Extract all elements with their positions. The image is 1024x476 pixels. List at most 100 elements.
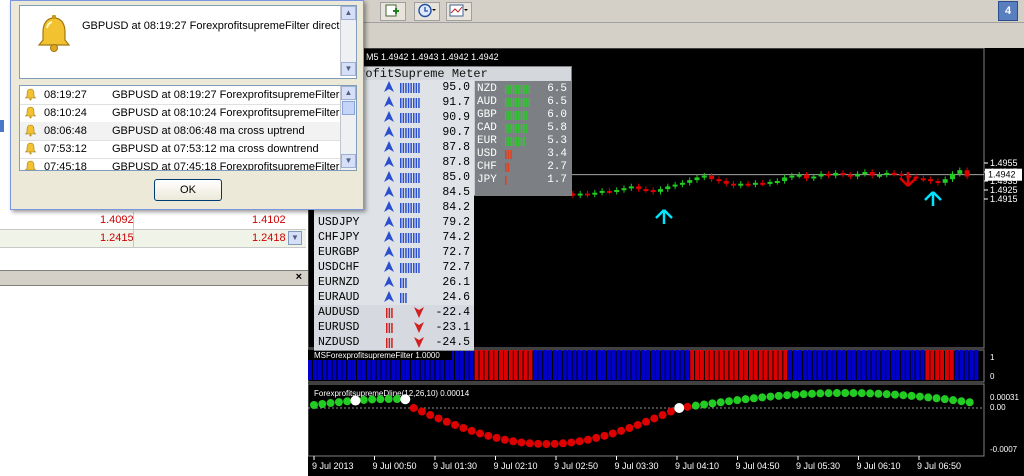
pair-strength-bars: [386, 308, 393, 318]
alert-history-row[interactable]: 08:06:48 GBPUSD at 08:06:48 ma cross uptr…: [20, 122, 340, 141]
uptrend-arrow-icon: [384, 81, 394, 92]
scrollbar-thumb[interactable]: [342, 101, 355, 115]
filter-bar: [636, 350, 641, 380]
alert-history-row[interactable]: 08:19:27 GBPUSD at 08:19:27 Forexprofitsu…: [20, 86, 340, 105]
pair-strength-value: 26.1: [442, 276, 470, 289]
candle-body: [672, 184, 678, 187]
pair-strength-row: CHFJPY 74.2: [314, 230, 474, 246]
ok-button[interactable]: OK: [154, 179, 222, 201]
alert-time: 07:53:12: [44, 143, 87, 155]
candle-body: [716, 179, 722, 182]
currency-strength-row: AUD 6.5: [475, 96, 571, 108]
dline-dot: [600, 431, 609, 440]
clock-icon: [418, 3, 436, 18]
filter-bar: [695, 350, 699, 380]
dline-dot: [409, 404, 418, 412]
uptrend-arrow-icon: [384, 291, 394, 302]
dline-dot: [725, 397, 733, 406]
new-chart-button[interactable]: [380, 2, 406, 21]
dline-dot: [592, 433, 601, 442]
dline-dot: [874, 389, 883, 398]
pair-strength-row: USDJPY 79.2: [314, 215, 474, 231]
scroll-down-icon[interactable]: ▼: [341, 62, 356, 76]
filter-bar: [945, 350, 949, 380]
uptrend-arrow-icon: [384, 111, 394, 122]
clock-period-button[interactable]: [414, 2, 440, 21]
alert-time: 07:45:18: [44, 161, 87, 171]
bell-icon: [24, 88, 37, 101]
pair-strength-value: 85.0: [442, 171, 470, 184]
scroll-up-icon[interactable]: ▲: [341, 6, 356, 20]
dline-dot: [832, 389, 841, 398]
currency-strength-value: 3.4: [547, 148, 567, 160]
dline-dot: [608, 429, 617, 438]
filter-bar: [528, 350, 533, 380]
pair-name: EURNZD: [318, 276, 360, 289]
uptrend-arrow-icon: [384, 141, 394, 152]
dline-dot: [393, 395, 401, 404]
pair-strength-bars: [400, 203, 420, 213]
pair-strength-row: USDCHF 72.7: [314, 260, 474, 276]
dline-dot: [741, 395, 750, 404]
alert-history-row[interactable]: 07:45:18 GBPUSD at 07:45:18 Forexprofitsu…: [20, 158, 340, 171]
pair-strength-value: 72.7: [442, 246, 470, 259]
dline-tick-label: 0.00031: [990, 393, 1019, 402]
dline-dot: [500, 435, 509, 444]
strength-bars: [505, 111, 528, 120]
pair-name: USDJPY: [318, 216, 360, 229]
filter-bar: [763, 350, 768, 380]
candle-body: [818, 173, 824, 177]
filter-bar: [969, 350, 974, 380]
close-icon[interactable]: ×: [296, 271, 302, 283]
dline-dot: [417, 407, 426, 416]
dline-dot: [642, 417, 650, 426]
market-watch-row[interactable]: 1.4092 1.4102: [0, 212, 306, 230]
pair-name: AUDUSD: [318, 306, 360, 319]
dline-dot: [940, 395, 949, 404]
filter-bar: [954, 350, 959, 380]
filter-bar: [837, 350, 842, 380]
dline-dot: [534, 439, 543, 448]
new-chart-icon: [385, 4, 399, 17]
filter-bar: [592, 350, 597, 380]
bell-icon: [25, 160, 36, 170]
scroll-up-icon[interactable]: ▲: [341, 86, 356, 100]
dline-dot: [575, 437, 584, 446]
dline-dot: [492, 433, 501, 442]
candle-body: [585, 193, 590, 196]
chevron-down-icon[interactable]: ▼: [288, 231, 302, 245]
bell-icon: [24, 142, 37, 155]
candle-body: [606, 190, 612, 193]
time-axis-label: 9 Jul 02:10: [494, 461, 538, 471]
candle-body: [665, 186, 671, 190]
filter-bar: [479, 350, 484, 380]
templates-button[interactable]: [446, 2, 472, 21]
strength-bars: [505, 150, 512, 159]
filter-bar: [871, 350, 876, 380]
filter-bar: [577, 350, 582, 380]
pair-strength-value: 79.2: [442, 216, 470, 229]
pair-name: EURGBP: [318, 246, 360, 259]
filter-bar: [807, 350, 812, 380]
scroll-down-icon[interactable]: ▼: [341, 154, 356, 168]
message-scrollbar[interactable]: ▲ ▼: [340, 6, 356, 76]
dline-dot: [310, 401, 318, 409]
alert-history-row[interactable]: 08:10:24 GBPUSD at 08:10:24 Forexprofitsu…: [20, 104, 340, 123]
window-count-badge[interactable]: 4: [998, 1, 1018, 21]
pair-strength-value: -22.4: [435, 306, 470, 319]
filter-bar: [646, 350, 650, 380]
filter-tick-label: 0: [990, 372, 995, 381]
history-scrollbar[interactable]: ▲ ▼: [340, 86, 356, 170]
pair-strength-row: EURUSD -23.1: [314, 320, 474, 336]
alert-history-row[interactable]: 07:53:12 GBPUSD at 07:53:12 ma cross down…: [20, 140, 340, 159]
dline-dot: [700, 400, 709, 409]
market-watch-row[interactable]: 1.2415 1.2418 ▼: [0, 230, 306, 248]
pair-strength-value: 24.6: [442, 291, 470, 304]
pair-strength-value: 74.2: [442, 231, 470, 244]
filter-bar: [474, 350, 479, 380]
candle-body: [877, 174, 882, 177]
pair-strength-bars: [386, 323, 393, 333]
filter-bar: [582, 350, 587, 380]
candle-body: [825, 173, 831, 176]
candle-body: [745, 183, 751, 186]
